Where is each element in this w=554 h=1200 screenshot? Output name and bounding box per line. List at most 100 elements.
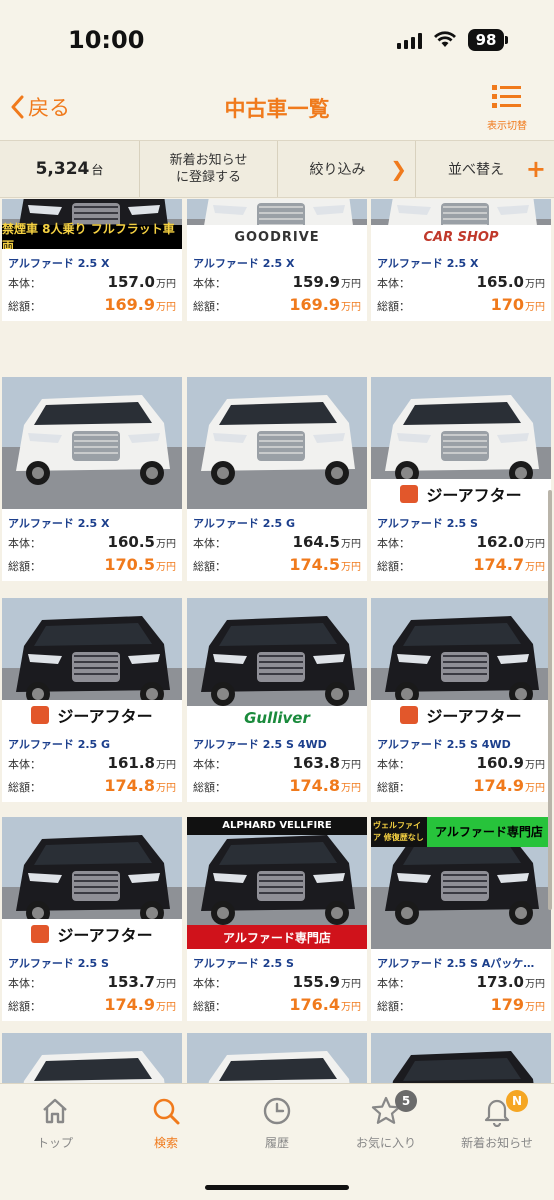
total-price-label: 総額：: [8, 781, 41, 794]
car-card[interactable]: Gulliver アルファード 2.5 S 4WD 本体： 163.8万円 総額： 174…: [187, 598, 367, 802]
total-price-label: 総額：: [377, 560, 410, 573]
total-price-label: 総額：: [377, 781, 410, 794]
chevron-right-icon: ❯: [390, 157, 407, 181]
search-icon: [153, 1098, 180, 1125]
home-indicator: [205, 1185, 349, 1190]
car-photo[interactable]: Gulliver: [187, 598, 367, 730]
total-price-row: 総額： 174.5万円: [187, 555, 367, 581]
car-photo[interactable]: ジーアフター: [2, 817, 182, 949]
car-card[interactable]: GOODRIVE アルファード 2.5 X 本体： 159.9万円 総額： 169.9万円: [187, 199, 367, 321]
status-bar: 10:00 98: [0, 0, 554, 78]
body-price-row: 本体： 159.9万円: [187, 273, 367, 295]
refine-button[interactable]: 絞り込み ❯: [278, 141, 416, 197]
tab-history[interactable]: 履歴: [227, 1094, 327, 1151]
body-price-row: 本体： 161.8万円: [2, 754, 182, 776]
dealer-logo-text: ジーアフター: [426, 707, 522, 726]
car-card[interactable]: アルファード 2.5 G 本体： 164.5万円 総額： 174.5万円: [187, 377, 367, 581]
total-price-value: 174.9: [473, 776, 524, 795]
car-photo[interactable]: GOODRIVE: [187, 199, 367, 249]
car-card[interactable]: ジーアフター アルファード 2.5 S 4WD 本体： 160.9万円 総額： 174.9…: [371, 598, 551, 802]
total-price-value: 174.5: [289, 555, 340, 574]
result-count-unit: 台: [91, 162, 104, 177]
body-price-value: 153.7: [107, 973, 155, 991]
total-price-row: 総額： 170万円: [371, 295, 551, 321]
price-unit: 万円: [525, 760, 545, 771]
car-photo[interactable]: [187, 377, 367, 509]
body-price-row: 本体： 164.5万円: [187, 533, 367, 555]
body-price-row: 本体： 153.7万円: [2, 973, 182, 995]
body-price-label: 本体：: [377, 758, 410, 771]
body-price-label: 本体：: [8, 537, 41, 550]
car-photo[interactable]: ジーアフター: [371, 598, 551, 730]
dealer-logo: GOODRIVE: [187, 225, 367, 249]
wifi-icon: [433, 30, 457, 52]
car-card[interactable]: ヴェルファイア 修復歴なし アルファード専門店 アルファード 2.5 S Aパッケ……: [371, 817, 551, 1021]
car-card[interactable]: ジーアフター アルファード 2.5 S 本体： 162.0万円 総額： 174.7万円: [371, 377, 551, 581]
body-price-label: 本体：: [8, 277, 41, 290]
total-price: 174.5万円: [289, 555, 361, 574]
dealer-logo: ジーアフター: [2, 700, 182, 730]
dealer-logo-text: ジーアフター: [57, 926, 153, 945]
nav-header: 戻る 中古車一覧 表示切替: [0, 78, 554, 140]
battery-tip: [505, 36, 508, 44]
total-price: 170万円: [491, 295, 545, 314]
image-top-banner: ヴェルファイア 修復歴なし アルファード専門店: [371, 817, 551, 847]
notify-register-button[interactable]: 新着お知らせ に登録する: [140, 141, 278, 197]
body-price: 155.9万円: [293, 973, 361, 991]
view-toggle-button[interactable]: 表示切替: [480, 84, 534, 132]
total-price-row: 総額： 174.8万円: [187, 776, 367, 802]
specialist-banner: アルファード専門店: [427, 817, 551, 847]
car-card[interactable]: ジーアフター アルファード 2.5 S 本体： 153.7万円 総額： 174.9万円: [2, 817, 182, 1021]
total-price: 169.9万円: [289, 295, 361, 314]
total-price-row: 総額： 176.4万円: [187, 995, 367, 1021]
total-price-value: 170: [490, 295, 524, 314]
car-photo[interactable]: ヴェルファイア 修復歴なし アルファード専門店: [371, 817, 551, 949]
car-card[interactable]: ALPHARD VELLFIRE アルファード専門店 アルファード 2.5 S 本体：…: [187, 817, 367, 1021]
car-card-partial[interactable]: [2, 1033, 182, 1083]
total-price-label: 総額：: [193, 781, 226, 794]
price-unit: 万円: [341, 979, 361, 990]
battery-icon: 98: [468, 29, 504, 51]
total-price-label: 総額：: [8, 300, 41, 313]
car-card[interactable]: CAR SHOP アルファード 2.5 X 本体： 165.0万円 総額： 170万円: [371, 199, 551, 321]
total-price-row: 総額： 169.9万円: [187, 295, 367, 321]
sort-button[interactable]: 並べ替え +: [416, 141, 554, 197]
car-card[interactable]: 禁煙車 8人乗り フルフラット車両 アルファード 2.5 X 本体： 157.0万円総…: [2, 199, 182, 321]
notify-line2: に登録する: [175, 170, 241, 185]
car-photo[interactable]: [371, 1033, 551, 1083]
tab-notifications[interactable]: N 新着お知らせ: [447, 1090, 547, 1151]
scrollbar[interactable]: [548, 490, 552, 910]
status-time: 10:00: [68, 26, 145, 54]
car-photo[interactable]: ジーアフター: [2, 598, 182, 730]
refine-label: 絞り込み: [309, 162, 366, 178]
result-count: 5,324 台: [0, 141, 140, 197]
body-price-value: 163.8: [292, 754, 340, 772]
car-card[interactable]: アルファード 2.5 X 本体： 160.5万円 総額： 170.5万円: [2, 377, 182, 581]
body-price-row: 本体： 173.0万円: [371, 973, 551, 995]
car-photo[interactable]: CAR SHOP: [371, 199, 551, 249]
car-photo[interactable]: [187, 1033, 367, 1083]
car-photo[interactable]: ALPHARD VELLFIRE アルファード専門店: [187, 817, 367, 949]
total-price-value: 169.9: [289, 295, 340, 314]
car-photo[interactable]: ジーアフター: [371, 377, 551, 509]
tab-top[interactable]: トップ: [5, 1094, 105, 1151]
price-unit: 万円: [341, 279, 361, 290]
car-photo[interactable]: 禁煙車 8人乗り フルフラット車両: [2, 199, 182, 249]
history-icon: [263, 1097, 291, 1125]
tab-search[interactable]: 検索: [116, 1094, 216, 1151]
gafter-mark-icon: [400, 706, 419, 724]
car-photo[interactable]: [2, 1033, 182, 1083]
car-photo[interactable]: [2, 377, 182, 509]
car-card[interactable]: ジーアフター アルファード 2.5 G 本体： 161.8万円 総額： 174.8万円: [2, 598, 182, 802]
total-price: 174.9万円: [473, 776, 545, 795]
total-price-value: 170.5: [104, 555, 155, 574]
dealer-banner: アルファード専門店: [187, 925, 367, 949]
filter-bar: 5,324 台 新着お知らせ に登録する 絞り込み ❯ 並べ替え +: [0, 140, 554, 198]
price-unit: 万円: [341, 302, 361, 313]
car-card-partial[interactable]: [187, 1033, 367, 1083]
body-price: 173.0万円: [477, 973, 545, 991]
body-price-value: 159.9: [292, 273, 340, 291]
tab-favorites[interactable]: 5 お気に入り: [336, 1090, 436, 1151]
car-card-partial[interactable]: [371, 1033, 551, 1083]
notify-line1: 新着お知らせ: [169, 153, 248, 168]
